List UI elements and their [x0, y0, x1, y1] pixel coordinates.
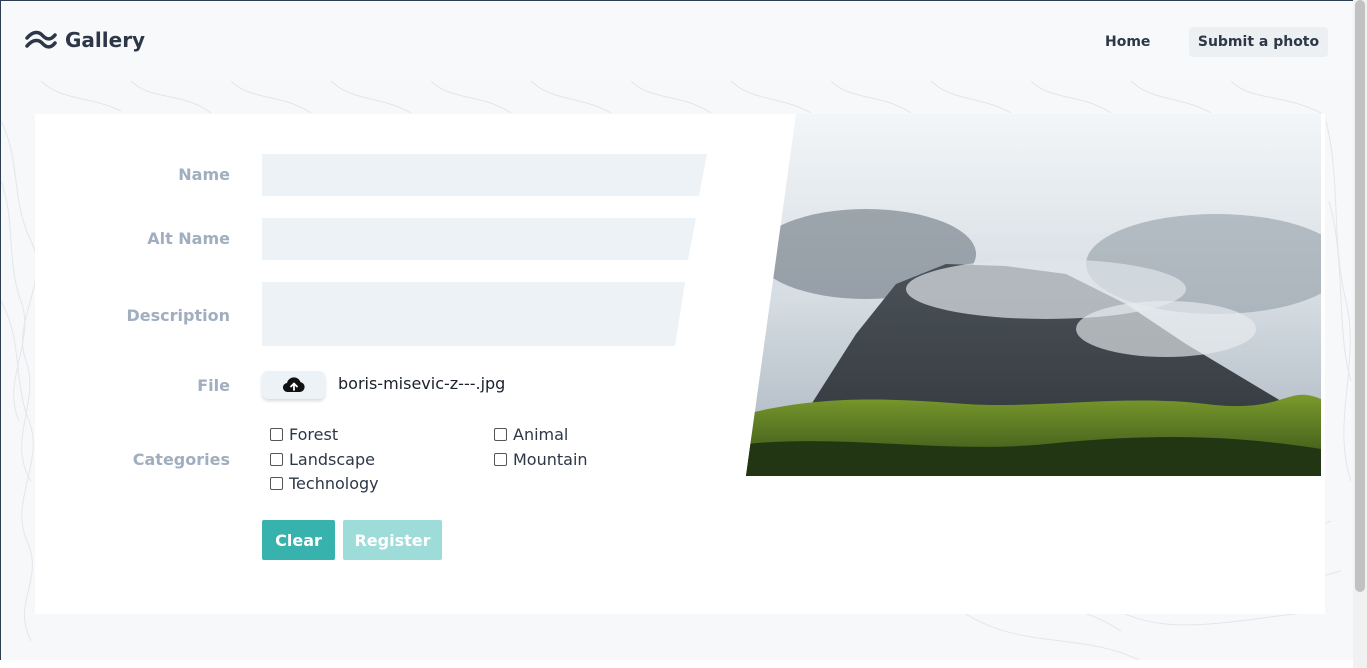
checkbox-box[interactable]	[270, 477, 283, 490]
alt-name-label: Alt Name	[147, 229, 230, 248]
selected-file-name: boris-misevic-z---.jpg	[338, 374, 506, 393]
cloud-upload-icon	[282, 377, 305, 393]
name-input[interactable]	[262, 154, 707, 196]
register-button[interactable]: Register	[343, 520, 442, 560]
category-landscape-checkbox[interactable]: Landscape	[270, 450, 375, 469]
nav-submit-photo-button[interactable]: Submit a photo	[1189, 27, 1328, 57]
scrollbar-thumb[interactable]	[1355, 0, 1365, 592]
category-label: Animal	[513, 425, 569, 444]
description-textarea[interactable]	[262, 282, 685, 346]
wave-logo-icon	[25, 30, 57, 49]
brand-logo[interactable]: Gallery	[25, 28, 145, 52]
checkbox-box[interactable]	[494, 453, 507, 466]
description-label: Description	[126, 306, 230, 325]
categories-label: Categories	[132, 450, 230, 469]
category-label: Technology	[289, 474, 379, 493]
category-label: Forest	[289, 425, 339, 444]
category-mountain-checkbox[interactable]: Mountain	[494, 450, 588, 469]
file-upload-button[interactable]	[262, 371, 325, 399]
category-forest-checkbox[interactable]: Forest	[270, 425, 338, 444]
top-navbar: Gallery Home Submit a photo	[1, 1, 1353, 81]
name-label: Name	[178, 165, 230, 184]
checkbox-box[interactable]	[270, 428, 283, 441]
category-label: Landscape	[289, 450, 375, 469]
alt-name-input[interactable]	[262, 218, 696, 260]
file-label: File	[197, 376, 230, 395]
category-technology-checkbox[interactable]: Technology	[270, 474, 379, 493]
page-scrollbar[interactable]	[1353, 0, 1367, 668]
category-animal-checkbox[interactable]: Animal	[494, 425, 568, 444]
nav-home-link[interactable]: Home	[1091, 27, 1164, 57]
brand-name: Gallery	[65, 28, 146, 52]
clear-button[interactable]: Clear	[262, 520, 335, 560]
photo-preview	[746, 114, 1321, 476]
category-label: Mountain	[513, 450, 588, 469]
checkbox-box[interactable]	[270, 453, 283, 466]
app-frame: Gallery Home Submit a photo Name Alt Nam…	[0, 0, 1353, 660]
checkbox-box[interactable]	[494, 428, 507, 441]
